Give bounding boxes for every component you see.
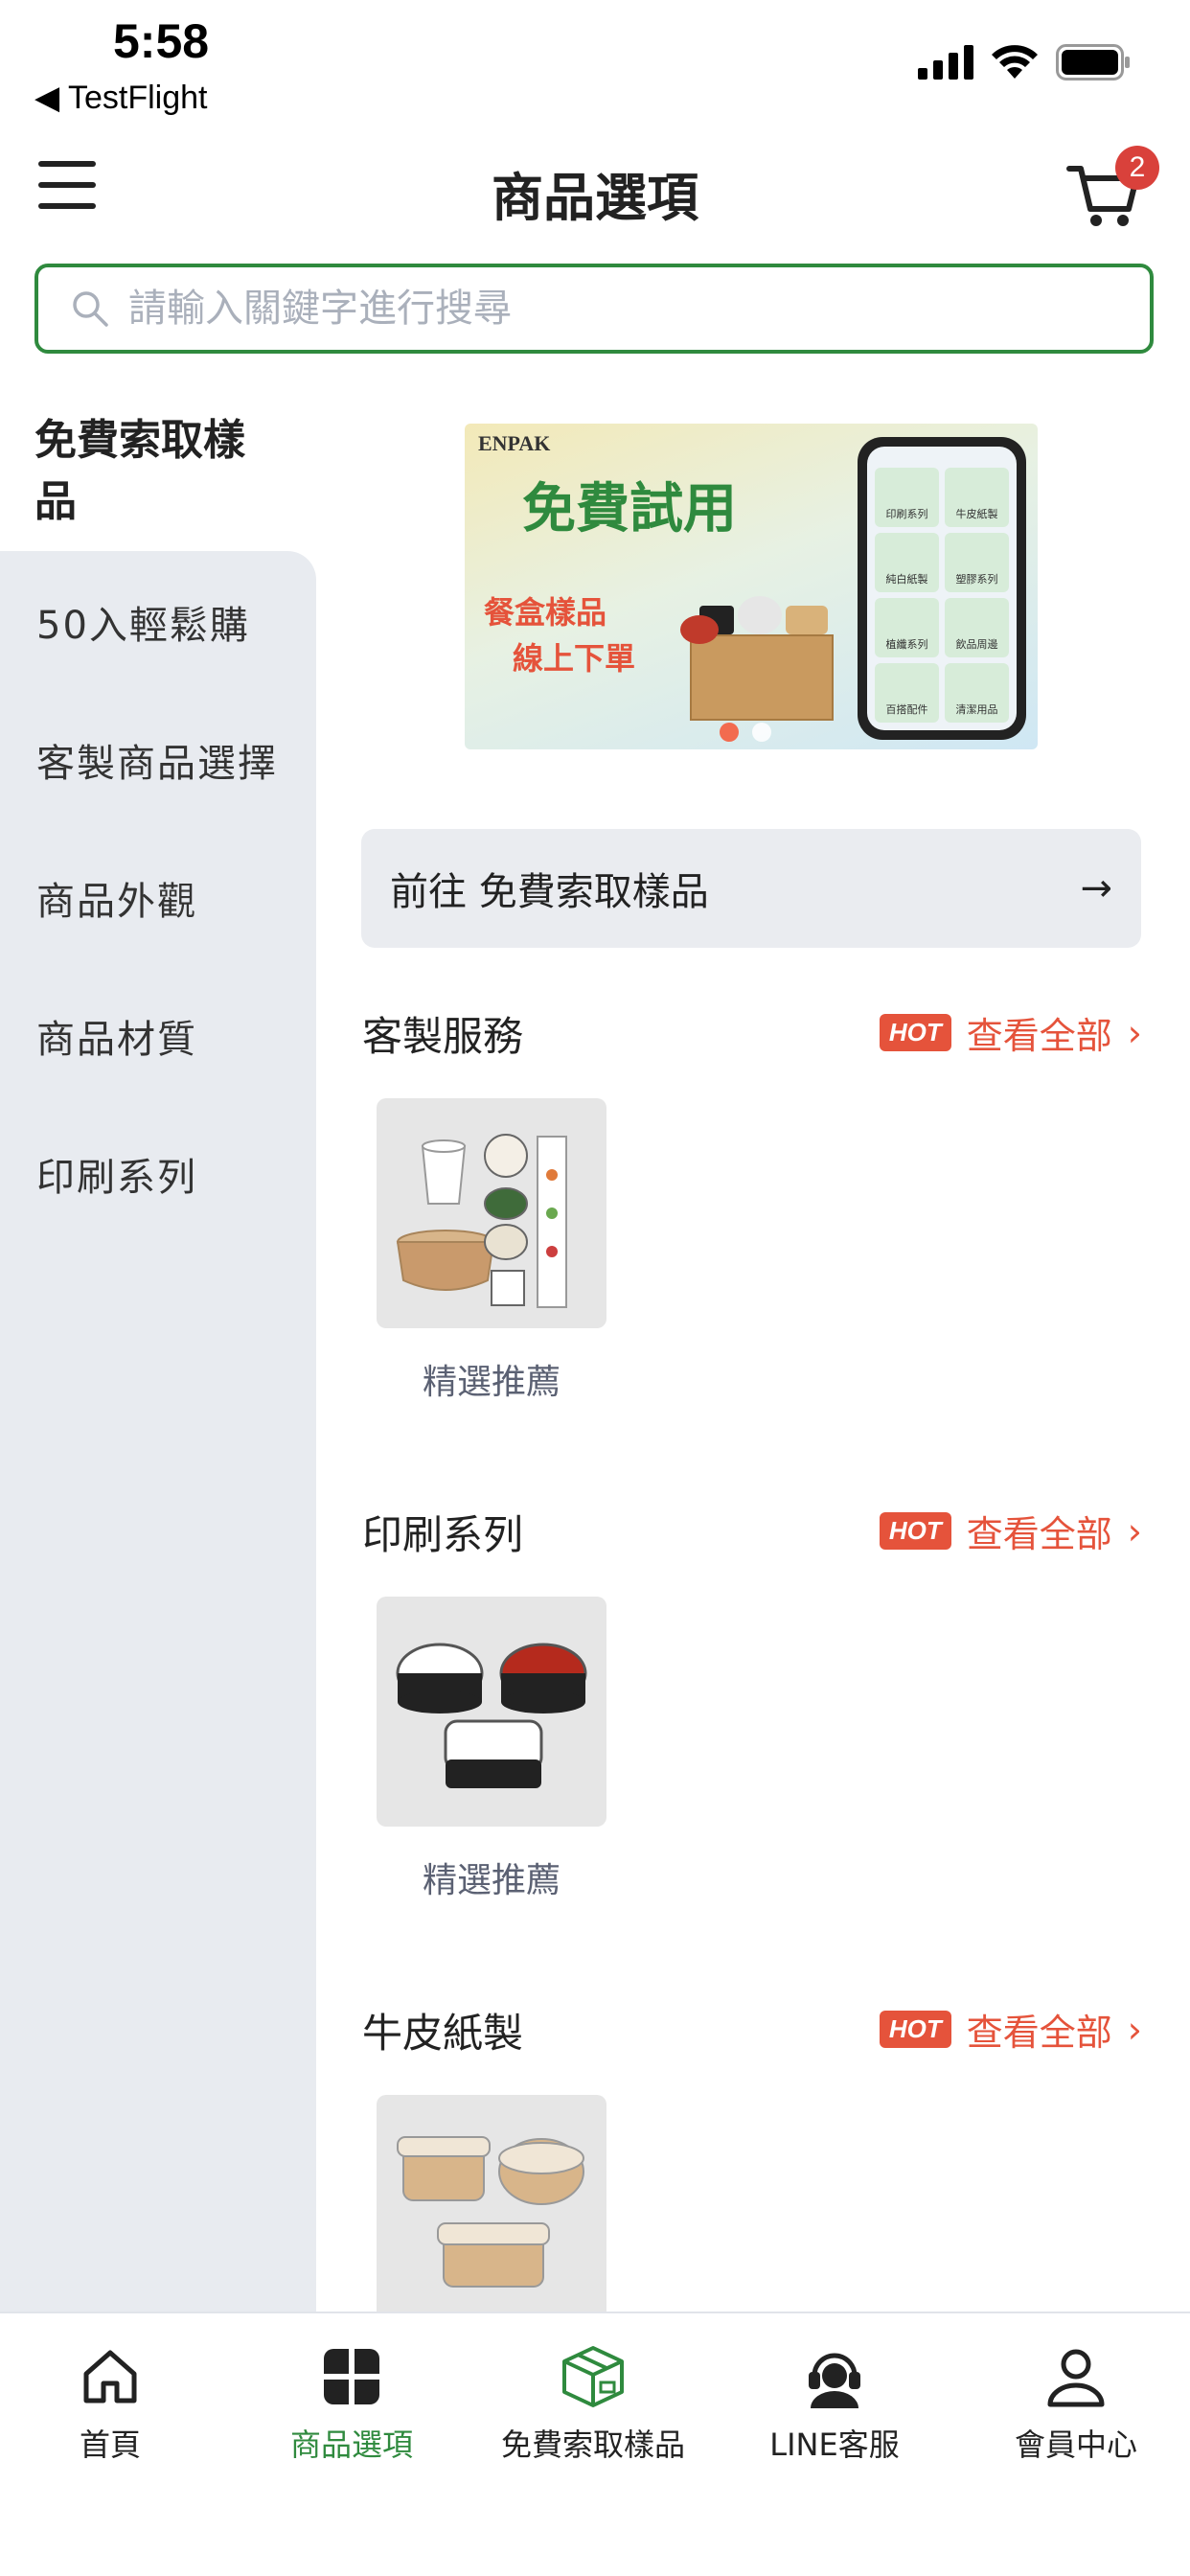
product-card-kraft-paper[interactable] xyxy=(377,2095,606,2325)
carousel-dot[interactable] xyxy=(752,723,771,742)
tab-member-center-label: 會員中心 xyxy=(1014,2426,1137,2463)
grid-icon xyxy=(324,2349,379,2404)
phone-tile: 植纖系列 xyxy=(875,598,939,657)
banner-line-1: 餐盒樣品 xyxy=(484,594,607,631)
custom-products-image xyxy=(396,1134,567,1308)
search-icon xyxy=(73,291,108,327)
card-label: 精選推薦 xyxy=(422,1861,561,1900)
view-all-label: 查看全部 xyxy=(966,1513,1112,1555)
kraft-paper-image xyxy=(397,2136,584,2288)
section-title-custom-service: 客製服務 xyxy=(362,1013,524,1060)
product-card-custom-service[interactable] xyxy=(377,1098,606,1328)
print-series-image xyxy=(396,1643,587,1788)
hot-badge: HOT xyxy=(879,2011,951,2048)
section-title-kraft-paper: 牛皮紙製 xyxy=(362,2010,524,2057)
view-all-kraft-paper-link[interactable]: HOT 查看全部 › xyxy=(879,2003,1142,2056)
status-time: 5:58 xyxy=(113,14,210,68)
brand-logo: ENPAK xyxy=(478,431,551,455)
phone-tile: 牛皮紙製 xyxy=(945,468,1009,527)
page-title: 商品選項 xyxy=(492,168,698,228)
arrow-right-icon: → xyxy=(1080,866,1112,910)
chevron-right-icon: › xyxy=(1127,1509,1142,1552)
category-sidebar xyxy=(0,551,316,2314)
banner-line-2: 線上下單 xyxy=(513,640,636,677)
app-header: 商品選項 2 xyxy=(0,134,1190,240)
tab-products[interactable]: 商品選項 xyxy=(232,2338,471,2465)
view-all-label: 查看全部 xyxy=(966,1015,1112,1057)
tab-home-label: 首頁 xyxy=(79,2426,141,2463)
box-icon xyxy=(562,2346,624,2407)
status-icons xyxy=(918,44,1131,80)
phone-tile: 飲品周邊 xyxy=(945,598,1009,657)
home-icon xyxy=(83,2350,137,2404)
user-icon xyxy=(1047,2349,1105,2407)
chevron-right-icon: › xyxy=(1127,2008,1142,2051)
phone-tile: 清潔用品 xyxy=(945,663,1009,723)
view-all-print-series-link[interactable]: HOT 查看全部 › xyxy=(879,1505,1142,1557)
cart-button[interactable]: 2 xyxy=(1065,146,1159,228)
sidebar-item-material[interactable]: 商品材質 xyxy=(36,1008,197,1064)
search-input[interactable] xyxy=(128,287,1087,331)
sidebar-item-custom-products[interactable]: 客製商品選擇 xyxy=(36,732,278,788)
hot-badge: HOT xyxy=(879,1512,951,1550)
sidebar-item-50-pack[interactable]: 50入輕鬆購 xyxy=(36,594,250,650)
tab-line-support-label: LINE客服 xyxy=(769,2426,900,2463)
tab-free-samples-label: 免費索取樣品 xyxy=(500,2426,685,2463)
product-card-print-series[interactable] xyxy=(377,1597,606,1827)
sample-box-illustration xyxy=(680,567,843,721)
tab-products-label: 商品選項 xyxy=(289,2426,413,2463)
phone-tile: 塑膠系列 xyxy=(945,533,1009,592)
tab-member-center[interactable]: 會員中心 xyxy=(956,2338,1190,2465)
battery-icon xyxy=(1056,44,1130,80)
wifi-icon xyxy=(992,45,1038,79)
goto-free-samples-label: 前往 免費索取樣品 xyxy=(390,870,709,914)
sidebar-item-free-samples[interactable]: 免費索取樣品 xyxy=(34,410,284,533)
view-all-label: 查看全部 xyxy=(966,2012,1112,2054)
headset-icon xyxy=(809,2353,860,2408)
hot-badge: HOT xyxy=(879,1014,951,1051)
chevron-right-icon: › xyxy=(1127,1011,1142,1054)
status-bar: 5:58 ◀ TestFlight xyxy=(0,0,1190,125)
phone-tile: 百搭配件 xyxy=(875,663,939,723)
phone-tile: 印刷系列 xyxy=(875,468,939,527)
sidebar-item-appearance[interactable]: 商品外觀 xyxy=(36,870,197,926)
cart-count-badge: 2 xyxy=(1115,146,1159,190)
promo-banner[interactable]: ENPAK 免費試用 餐盒樣品 線上下單 印刷系列 牛皮紙製 純白紙製 塑膠系列… xyxy=(465,424,1038,749)
goto-free-samples-button[interactable]: 前往 免費索取樣品 → xyxy=(361,829,1141,948)
carousel-dot-active[interactable] xyxy=(720,723,739,742)
section-title-print-series: 印刷系列 xyxy=(362,1511,524,1558)
sidebar-item-print-series[interactable]: 印刷系列 xyxy=(36,1146,197,1202)
phone-tile: 純白紙製 xyxy=(875,533,939,592)
phone-mockup: 印刷系列 牛皮紙製 純白紙製 塑膠系列 植纖系列 飲品周邊 百搭配件 清潔用品 xyxy=(858,437,1026,740)
bottom-tab-bar: 首頁 商品選項 免費索取樣品 LINE客服 會員中心 xyxy=(0,2312,1190,2576)
tab-home[interactable]: 首頁 xyxy=(0,2338,230,2465)
view-all-custom-service-link[interactable]: HOT 查看全部 › xyxy=(879,1006,1142,1059)
tab-free-samples[interactable]: 免費索取樣品 xyxy=(473,2338,713,2465)
search-bar[interactable] xyxy=(34,264,1154,354)
tab-line-support[interactable]: LINE客服 xyxy=(715,2338,954,2465)
signal-icon xyxy=(918,45,973,80)
back-to-testflight-link[interactable]: ◀ TestFlight xyxy=(34,79,207,117)
banner-headline: 免費試用 xyxy=(522,478,737,540)
card-label: 精選推薦 xyxy=(422,1363,561,1402)
